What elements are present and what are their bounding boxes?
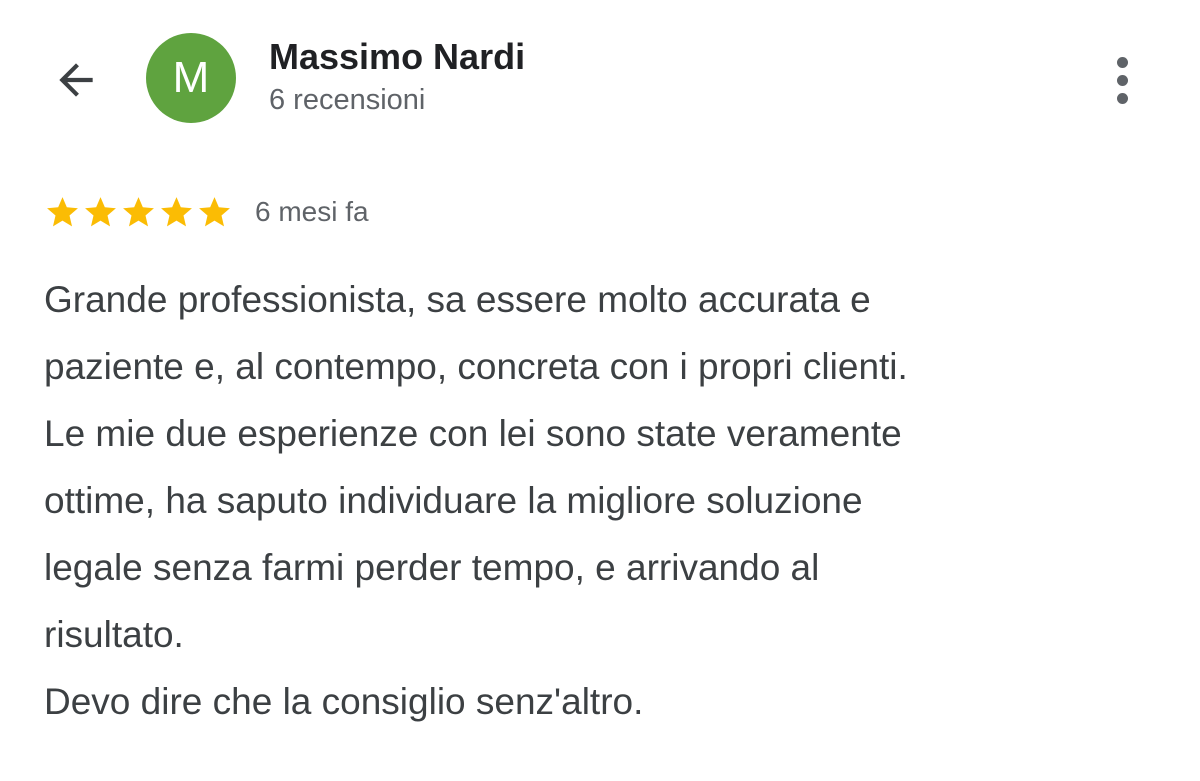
star-icon — [161, 196, 192, 226]
reviewer-name[interactable]: Massimo Nardi — [269, 36, 525, 78]
review-text-line: Le mie due esperienze con lei sono state… — [44, 413, 902, 454]
reviewer-review-count: 6 recensioni — [269, 84, 426, 116]
star-icon — [123, 196, 154, 226]
star-icon — [85, 196, 116, 226]
star-icon — [47, 196, 78, 226]
more-options-button[interactable] — [1098, 50, 1146, 110]
star-rating — [44, 194, 233, 231]
more-vertical-icon-dot — [1116, 74, 1128, 86]
avatar[interactable]: M — [146, 33, 236, 123]
review-text-line: Devo dire che la consiglio senz'altro. — [44, 681, 644, 722]
review-date: 6 mesi fa — [255, 196, 369, 227]
avatar-initial: M — [172, 53, 210, 102]
review-text-line: risultato. — [44, 614, 184, 655]
more-vertical-icon-dot — [1116, 56, 1128, 68]
star-icon — [199, 196, 230, 226]
rating-row: 6 mesi fa — [44, 190, 369, 234]
back-button[interactable] — [44, 48, 108, 112]
review-text-line: legale senza farmi perder tempo, e arriv… — [44, 547, 820, 588]
arrow-back-icon — [59, 63, 93, 97]
more-vertical-icon-dot — [1116, 92, 1128, 104]
review-header: M Massimo Nardi 6 recensioni — [0, 0, 1200, 150]
review-text-line: ottime, ha saputo individuare la miglior… — [44, 480, 863, 521]
review-text-line: paziente e, al contempo, concreta con i … — [44, 346, 908, 387]
review-text: Grande professionista, sa essere molto a… — [44, 266, 1164, 735]
review-text-line: Grande professionista, sa essere molto a… — [44, 279, 871, 320]
